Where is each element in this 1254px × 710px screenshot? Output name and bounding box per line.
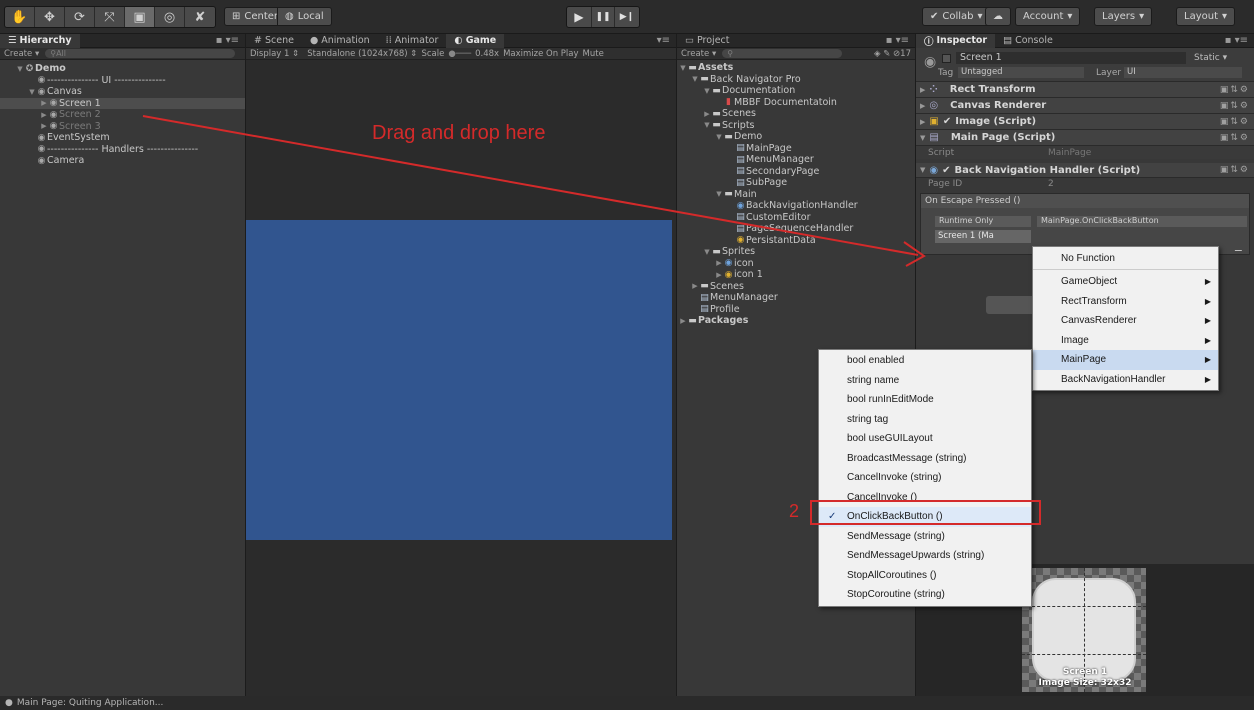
annotation-overlay xyxy=(142,115,926,267)
highlight-box xyxy=(810,500,1041,525)
info-icon: ● xyxy=(5,698,13,708)
drag-instruction-text: Drag and drop here xyxy=(372,122,546,144)
status-bar: ● Main Page: Quiting Application... xyxy=(0,696,1254,710)
step-number: 2 xyxy=(789,501,800,521)
